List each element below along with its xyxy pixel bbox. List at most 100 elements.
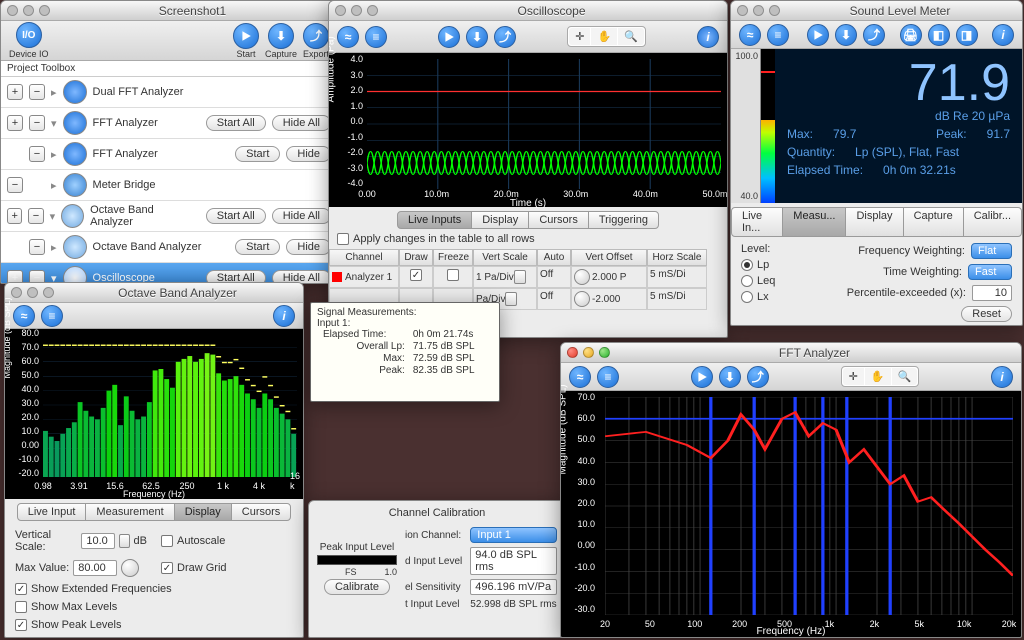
titlebar[interactable]: FFT Analyzer <box>561 343 1021 363</box>
maxv-knob[interactable] <box>121 559 139 577</box>
hide-all-button[interactable]: Hide All <box>272 208 331 224</box>
cursor-tools[interactable]: ✛✋🔍 <box>567 26 646 47</box>
device-io-button[interactable]: I/O <box>16 22 42 48</box>
minus-icon[interactable]: − <box>7 177 23 193</box>
tab-live[interactable]: Live In... <box>731 207 783 237</box>
tool-b-button[interactable]: ≡ <box>597 366 619 388</box>
tool-a-button[interactable]: ≈ <box>13 305 35 327</box>
minimize-icon[interactable] <box>351 5 362 16</box>
zoom-icon[interactable] <box>599 347 610 358</box>
zoom-icon[interactable] <box>43 287 54 298</box>
draw-checkbox[interactable]: ✓ <box>410 269 422 281</box>
minimize-icon[interactable] <box>27 287 38 298</box>
tab-calibrate[interactable]: Calibr... <box>963 207 1022 237</box>
minus-icon[interactable]: − <box>29 115 45 131</box>
minus-icon[interactable]: − <box>29 239 45 255</box>
freeze-checkbox[interactable] <box>447 269 459 281</box>
minus-icon[interactable]: − <box>28 208 43 224</box>
close-icon[interactable] <box>567 347 578 358</box>
capture-button[interactable]: ⬇ <box>835 24 857 46</box>
fw-select[interactable]: Flat <box>971 243 1012 259</box>
play-button[interactable] <box>233 23 259 49</box>
tool-a-button[interactable]: ≈ <box>337 26 359 48</box>
dil-field[interactable]: 94.0 dB SPL rms <box>470 547 557 575</box>
ext-checkbox[interactable]: ✓ <box>15 583 27 595</box>
info-button[interactable]: i <box>992 24 1014 46</box>
color-swatch[interactable] <box>332 272 342 282</box>
play-button[interactable] <box>691 366 713 388</box>
play-button[interactable] <box>807 24 829 46</box>
peak-checkbox[interactable]: ✓ <box>15 619 27 631</box>
minus-icon[interactable]: − <box>29 146 45 162</box>
pe-field[interactable]: 10 <box>972 285 1012 301</box>
tab-live-input[interactable]: Live Input <box>17 503 87 521</box>
calibrate-button[interactable]: Calibrate <box>324 579 390 595</box>
maxv-field[interactable]: 80.00 <box>73 560 117 576</box>
auto-value[interactable]: Off <box>540 269 553 280</box>
tool-c-button[interactable]: ◧ <box>928 24 950 46</box>
cursor-tools[interactable]: ✛✋🔍 <box>841 366 920 387</box>
close-icon[interactable] <box>737 5 748 16</box>
hide-button[interactable]: Hide <box>286 239 331 255</box>
autoscale-checkbox[interactable] <box>161 535 173 547</box>
minimize-icon[interactable] <box>753 5 764 16</box>
play-button[interactable] <box>438 26 460 48</box>
oscilloscope-plot[interactable]: Amplitude (Pa) Time (s) 4.03.02.01.00.0-… <box>329 53 727 207</box>
titlebar[interactable]: Screenshot1 <box>1 1 337 21</box>
sens-field[interactable]: 496.196 mV/Pa <box>470 579 557 595</box>
max-checkbox[interactable] <box>15 601 27 613</box>
info-button[interactable]: i <box>273 305 295 327</box>
tool-b-button[interactable]: ≡ <box>365 26 387 48</box>
tab-cursors[interactable]: Cursors <box>528 211 589 229</box>
knob[interactable] <box>574 269 590 285</box>
tab-display[interactable]: Display <box>471 211 529 229</box>
add-icon[interactable]: + <box>7 84 23 100</box>
hide-all-button[interactable]: Hide All <box>272 115 331 131</box>
radio-lx[interactable] <box>741 291 753 303</box>
add-icon[interactable]: + <box>7 115 23 131</box>
zoom-icon[interactable]: 🔍 <box>892 368 918 385</box>
crosshair-icon[interactable]: ✛ <box>569 28 590 45</box>
stepper[interactable] <box>505 292 517 306</box>
tool-a-button[interactable]: ≈ <box>569 366 591 388</box>
capture-button[interactable]: ⬇ <box>268 23 294 49</box>
tab-measurement[interactable]: Measurement <box>85 503 174 521</box>
export-button[interactable]: ⤴ <box>863 24 885 46</box>
apply-all-checkbox[interactable] <box>337 233 349 245</box>
minimize-icon[interactable] <box>23 5 34 16</box>
minimize-icon[interactable] <box>583 347 594 358</box>
tab-cursors[interactable]: Cursors <box>231 503 292 521</box>
start-button[interactable]: Start <box>235 146 280 162</box>
info-button[interactable]: i <box>991 366 1013 388</box>
reset-button[interactable]: Reset <box>961 306 1012 322</box>
ch-select[interactable]: Input 1 <box>470 527 557 543</box>
add-icon[interactable]: + <box>7 208 22 224</box>
close-icon[interactable] <box>7 5 18 16</box>
zoom-icon[interactable]: 🔍 <box>618 28 644 45</box>
close-icon[interactable] <box>335 5 346 16</box>
toolbox-item[interactable]: +−▾FFT AnalyzerStart AllHide All <box>1 108 337 139</box>
titlebar[interactable]: Oscilloscope <box>329 1 727 21</box>
auto-value[interactable]: Off <box>540 291 553 302</box>
titlebar[interactable]: Octave Band Analyzer <box>5 283 303 303</box>
toolbox-item[interactable]: +−▾Octave Band AnalyzerStart AllHide All <box>1 201 337 232</box>
minus-icon[interactable]: − <box>29 84 45 100</box>
hand-icon[interactable]: ✋ <box>591 28 617 45</box>
start-all-button[interactable]: Start All <box>206 208 266 224</box>
hand-icon[interactable]: ✋ <box>865 368 891 385</box>
tab-live-inputs[interactable]: Live Inputs <box>397 211 472 229</box>
tw-select[interactable]: Fast <box>968 264 1012 280</box>
export-button[interactable]: ⤴ <box>747 366 769 388</box>
tool-b-button[interactable]: ≡ <box>767 24 789 46</box>
toolbox-item[interactable]: −▸FFT AnalyzerStartHide <box>1 139 337 170</box>
toolbox-item[interactable]: −▸Octave Band AnalyzerStartHide <box>1 232 337 263</box>
stepper[interactable] <box>514 270 526 284</box>
capture-button[interactable]: ⬇ <box>719 366 741 388</box>
start-all-button[interactable]: Start All <box>206 115 266 131</box>
tab-display[interactable]: Display <box>845 207 903 237</box>
export-button[interactable]: ⤴ <box>494 26 516 48</box>
close-icon[interactable] <box>11 287 22 298</box>
radio-leq[interactable] <box>741 275 753 287</box>
tab-triggering[interactable]: Triggering <box>588 211 659 229</box>
zoom-icon[interactable] <box>769 5 780 16</box>
